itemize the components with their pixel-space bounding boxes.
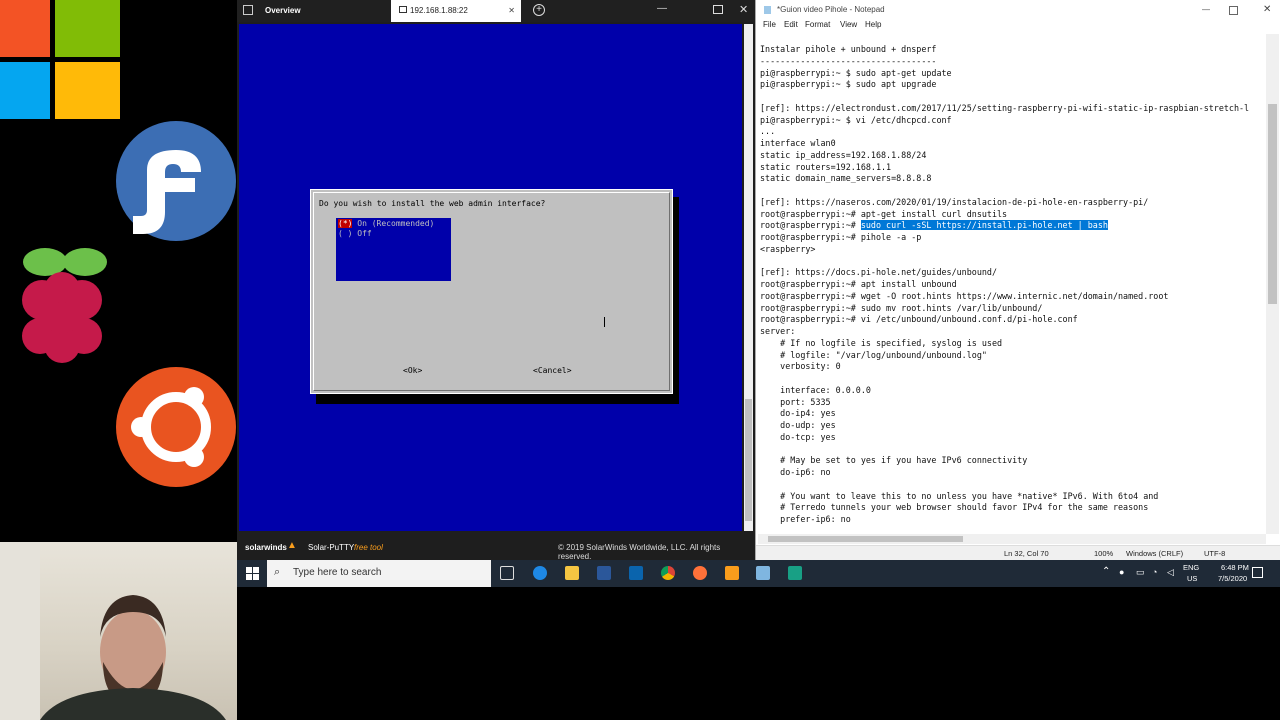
text-after-selection: root@raspberrypi:~# pihole -a -p <raspbe… — [760, 232, 1169, 524]
ubuntu-logo-icon — [116, 367, 236, 487]
option-list[interactable]: (*) On (Recommended) ( ) Off — [336, 218, 451, 281]
solar-putty-icon[interactable] — [725, 566, 739, 580]
minimize-icon[interactable]: — — [657, 3, 667, 14]
terminal-screen[interactable]: Do you wish to install the web admin int… — [239, 24, 742, 531]
menu-format[interactable]: Format — [805, 20, 830, 29]
volume-icon[interactable]: ◁ — [1167, 567, 1174, 578]
file-explorer-icon[interactable] — [565, 566, 579, 580]
chevron-up-icon[interactable]: ⌃ — [1102, 566, 1110, 577]
action-center-icon[interactable] — [1252, 567, 1263, 578]
logo-panel — [0, 0, 237, 542]
menu-edit[interactable]: Edit — [784, 20, 798, 29]
horizontal-scroll-thumb[interactable] — [768, 536, 963, 542]
zoom-level: 100% — [1094, 549, 1114, 558]
horizontal-scrollbar[interactable] — [758, 534, 1266, 544]
network-icon[interactable]: ▭ — [1136, 567, 1145, 578]
windows-start-icon — [246, 567, 259, 580]
webcam-feed — [0, 542, 237, 720]
tab-overview[interactable]: Overview — [257, 0, 407, 22]
option-on[interactable]: (*) On (Recommended) — [338, 219, 434, 228]
tab-session-label: 192.168.1.88:22 — [410, 6, 468, 15]
presenter-image — [0, 542, 226, 720]
status-bar: Ln 32, Col 70 100% Windows (CRLF) UTF-8 — [756, 545, 1280, 561]
firefox-icon[interactable] — [693, 566, 707, 580]
putty-footer: solarwinds ▲ Solar-PuTTY free tool © 201… — [237, 537, 755, 561]
text-editor[interactable]: Instalar pihole + unbound + dnsperf ----… — [760, 44, 1265, 534]
raspberry-pi-logo-icon — [22, 248, 107, 363]
cancel-button[interactable]: <Cancel> — [533, 366, 572, 375]
close-tab-icon[interactable]: ✕ — [508, 0, 515, 22]
menu-view[interactable]: View — [840, 20, 857, 29]
background-area — [237, 587, 1280, 720]
os-logos — [0, 0, 236, 487]
maximize-icon[interactable] — [1229, 6, 1238, 15]
add-tab-icon[interactable]: + — [533, 4, 545, 16]
input-region[interactable]: US — [1187, 574, 1197, 583]
chrome-icon[interactable] — [661, 566, 675, 580]
windows-logo-icon — [0, 0, 120, 119]
ok-button[interactable]: <Ok> — [403, 366, 422, 375]
copyright: © 2019 SolarWinds Worldwide, LLC. All ri… — [558, 543, 721, 561]
cursor-position: Ln 32, Col 70 — [1004, 549, 1049, 558]
putty-window: Overview 192.168.1.88:22 ✕ + — ✕ Do you … — [237, 0, 755, 561]
install-dialog: Do you wish to install the web admin int… — [310, 189, 673, 394]
edge-icon[interactable] — [533, 566, 547, 580]
wifi-icon[interactable]: ◔ — [1152, 567, 1157, 577]
line-ending: Windows (CRLF) — [1126, 549, 1184, 558]
taskbar: ⌕ Type here to search ⌃ ● ▭ ◔ ◁ ENG US 6… — [237, 560, 1280, 587]
vertical-scrollbar[interactable] — [1266, 34, 1279, 534]
window-title: *Guion video Pihole - Notepad — [777, 5, 885, 14]
maximize-icon[interactable] — [713, 5, 723, 14]
option-off[interactable]: ( ) Off — [338, 229, 372, 238]
product-name: Solar-PuTTY — [308, 543, 355, 552]
menu-file[interactable]: File — [763, 20, 776, 29]
menu-bar: File Edit Format View Help — [756, 20, 1280, 34]
task-view-icon[interactable] — [500, 566, 514, 580]
session-monitor-icon — [399, 6, 407, 13]
taskbar-search[interactable]: ⌕ Type here to search — [267, 560, 491, 587]
clock-date[interactable]: 7/5/2020 — [1218, 574, 1247, 583]
solarwinds-brand: solarwinds — [245, 543, 287, 552]
menu-icon[interactable] — [243, 5, 253, 15]
close-window-icon[interactable]: ✕ — [1263, 0, 1271, 20]
text-cursor-icon — [604, 317, 605, 327]
putty-titlebar: Overview 192.168.1.88:22 ✕ + — ✕ — [237, 0, 755, 22]
dialog-question: Do you wish to install the web admin int… — [319, 199, 546, 208]
store-icon[interactable] — [597, 566, 611, 580]
search-icon: ⌕ — [274, 566, 281, 578]
terminal-app-icon[interactable] — [788, 566, 802, 580]
selected-text[interactable]: sudo curl -sSL https://install.pi-hole.n… — [860, 220, 1108, 231]
clock-time[interactable]: 6:48 PM — [1221, 563, 1249, 572]
mail-icon[interactable] — [629, 566, 643, 580]
notepad-window: *Guion video Pihole - Notepad — ✕ File E… — [755, 0, 1280, 561]
start-button[interactable] — [246, 567, 259, 580]
encoding: UTF-8 — [1204, 549, 1226, 558]
free-tool-label: free tool — [354, 543, 383, 552]
fedora-logo-icon — [116, 121, 236, 241]
vertical-scroll-thumb[interactable] — [1268, 104, 1277, 304]
notepad-taskbar-icon[interactable] — [756, 566, 770, 580]
terminal-scrollbar[interactable] — [744, 24, 753, 531]
input-language[interactable]: ENG — [1183, 563, 1199, 572]
selected-line-prefix: root@raspberrypi:~# — [760, 220, 861, 231]
solarwinds-flame-icon: ▲ — [287, 540, 297, 551]
scrollbar-thumb[interactable] — [745, 399, 752, 521]
microphone-icon[interactable]: ● — [1119, 567, 1124, 577]
minimize-icon[interactable]: — — [1202, 0, 1210, 20]
option-on-marker: (*) — [338, 219, 353, 228]
tab-session[interactable]: 192.168.1.88:22 ✕ — [391, 0, 521, 22]
option-on-label: On (Recommended) — [357, 219, 435, 228]
notepad-titlebar: *Guion video Pihole - Notepad — ✕ — [756, 0, 1280, 20]
search-placeholder: Type here to search — [293, 567, 382, 578]
notepad-icon — [764, 6, 771, 14]
text-before-selection: Instalar pihole + unbound + dnsperf ----… — [760, 44, 1250, 219]
menu-help[interactable]: Help — [865, 20, 881, 29]
close-window-icon[interactable]: ✕ — [739, 3, 748, 16]
